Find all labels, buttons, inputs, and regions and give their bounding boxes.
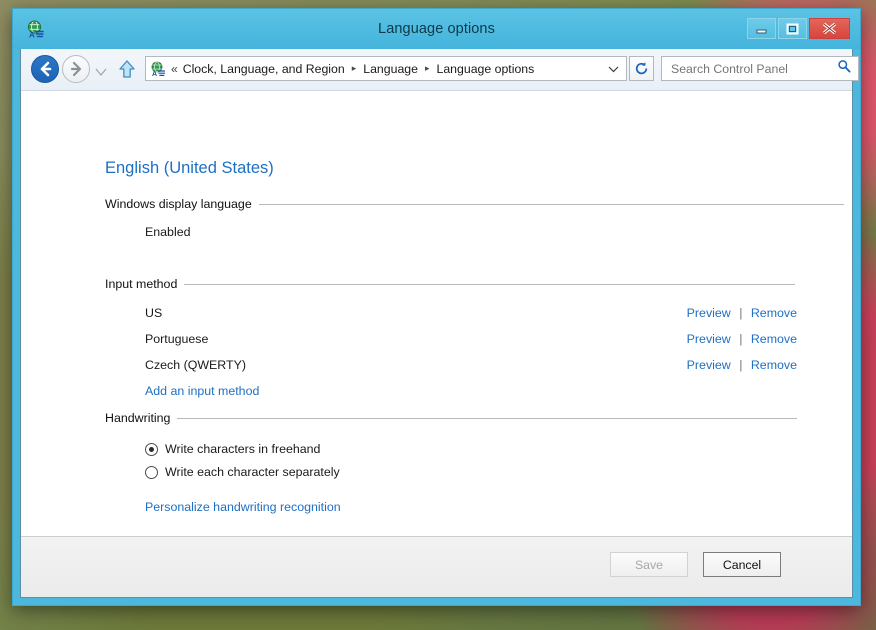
input-method-row: Czech (QWERTY) Preview | Remove <box>105 358 797 372</box>
address-dropdown-chevron-icon[interactable] <box>608 60 619 78</box>
back-arrow-icon <box>40 61 52 77</box>
breadcrumb-arrow-icon[interactable]: ▸ <box>425 63 430 74</box>
language-globe-icon: A <box>150 61 166 78</box>
refresh-icon <box>635 62 648 75</box>
search-input[interactable] <box>669 60 829 77</box>
action-separator: | <box>739 306 743 320</box>
section-input-method: Input method US Preview | Remove Portugu… <box>105 277 852 398</box>
breadcrumb-overflow[interactable]: « <box>171 62 178 76</box>
input-method-row: US Preview | Remove <box>105 306 797 320</box>
preview-link[interactable]: Preview <box>687 358 731 372</box>
page-title: English (United States) <box>105 159 274 177</box>
forward-arrow-icon <box>70 61 82 77</box>
radio-write-freehand[interactable]: Write characters in freehand <box>145 442 852 456</box>
minimize-button[interactable] <box>747 18 776 39</box>
navigation-toolbar: A « Clock, Language, and Region ▸ Langua… <box>21 49 859 91</box>
section-title: Input method <box>105 277 178 291</box>
input-method-actions: Preview | Remove <box>687 306 797 320</box>
personalize-row: Personalize handwriting recognition <box>105 500 852 514</box>
maximize-button[interactable] <box>778 18 807 39</box>
close-icon <box>822 22 837 35</box>
up-arrow-icon <box>119 60 135 78</box>
refresh-button[interactable] <box>629 56 654 81</box>
minimize-icon <box>756 29 767 34</box>
radio-label-freehand: Write characters in freehand <box>165 442 321 456</box>
recent-pages-button[interactable] <box>95 64 107 76</box>
section-windows-display-language: Windows display language Enabled <box>105 197 852 239</box>
remove-link[interactable]: Remove <box>751 306 797 320</box>
add-input-method-row: Add an input method <box>105 384 852 398</box>
section-rule <box>184 283 796 285</box>
input-method-row: Portuguese Preview | Remove <box>105 332 797 346</box>
action-separator: | <box>739 358 743 372</box>
breadcrumb-language-options[interactable]: Language options <box>436 62 536 76</box>
remove-link[interactable]: Remove <box>751 332 797 346</box>
section-rule <box>258 203 844 205</box>
section-title: Windows display language <box>105 197 252 211</box>
radio-label-each-character: Write each character separately <box>165 465 340 479</box>
breadcrumb-arrow-icon[interactable]: ▸ <box>352 63 357 74</box>
search-icon[interactable] <box>837 59 851 78</box>
display-language-status: Enabled <box>145 225 191 239</box>
section-header: Windows display language <box>105 197 852 211</box>
content-pane: English (United States) Windows display … <box>21 91 852 536</box>
input-method-name: US <box>145 306 163 320</box>
close-button[interactable] <box>809 18 850 39</box>
maximize-icon <box>786 23 799 35</box>
forward-button[interactable] <box>62 55 90 83</box>
save-button[interactable]: Save <box>610 552 688 577</box>
input-method-name: Czech (QWERTY) <box>145 358 246 372</box>
action-separator: | <box>739 332 743 346</box>
language-options-window: A Language options A « Clock, Language, … <box>12 8 861 606</box>
section-header: Handwriting <box>105 411 852 425</box>
add-input-method-link[interactable]: Add an input method <box>145 384 259 398</box>
section-handwriting: Handwriting Write characters in freehand… <box>105 411 852 514</box>
cancel-button[interactable]: Cancel <box>703 552 781 577</box>
preview-link[interactable]: Preview <box>687 332 731 346</box>
footer-button-bar: Save Cancel <box>21 536 852 597</box>
personalize-handwriting-link[interactable]: Personalize handwriting recognition <box>145 500 341 514</box>
radio-button-freehand-icon[interactable] <box>145 442 158 456</box>
input-method-actions: Preview | Remove <box>687 358 797 372</box>
svg-text:A: A <box>152 71 157 77</box>
radio-button-each-character-icon[interactable] <box>145 465 158 479</box>
preview-link[interactable]: Preview <box>687 306 731 320</box>
window-body: A « Clock, Language, and Region ▸ Langua… <box>20 49 859 598</box>
chevron-down-icon <box>95 68 107 76</box>
remove-link[interactable]: Remove <box>751 358 797 372</box>
section-title: Handwriting <box>105 411 171 425</box>
radio-write-each-character[interactable]: Write each character separately <box>145 465 852 479</box>
section-rule <box>177 417 798 419</box>
section-header: Input method <box>105 277 852 291</box>
search-box[interactable] <box>661 56 859 81</box>
title-bar[interactable]: A Language options <box>13 9 860 49</box>
breadcrumb-clock-language-region[interactable]: Clock, Language, and Region <box>182 62 346 76</box>
window-title: Language options <box>378 21 495 37</box>
back-button[interactable] <box>31 55 59 83</box>
display-language-row: Enabled <box>105 225 852 239</box>
breadcrumb-language[interactable]: Language <box>362 62 419 76</box>
address-bar[interactable]: A « Clock, Language, and Region ▸ Langua… <box>145 56 627 81</box>
input-method-name: Portuguese <box>145 332 209 346</box>
up-button[interactable] <box>117 58 137 80</box>
input-method-actions: Preview | Remove <box>687 332 797 346</box>
